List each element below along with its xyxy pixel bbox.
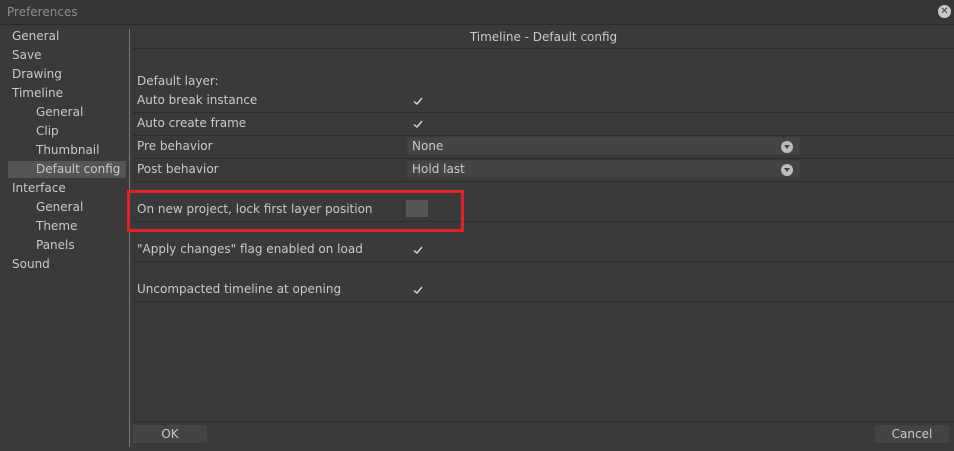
pre-behavior-dropdown[interactable]: None	[407, 137, 800, 155]
close-icon[interactable]: ✕	[938, 5, 951, 18]
apply-changes-checkbox[interactable]	[412, 244, 424, 256]
default-layer-section-label: Default layer:	[137, 74, 219, 88]
sidebar-item-timeline-clip[interactable]: Clip	[36, 123, 59, 140]
post-behavior-value: Hold last	[412, 162, 465, 176]
auto-break-instance-label: Auto break instance	[137, 93, 258, 107]
sidebar-item-sound[interactable]: Sound	[12, 256, 50, 273]
sidebar-item-timeline-thumbnail[interactable]: Thumbnail	[36, 142, 99, 159]
row-divider	[133, 301, 954, 302]
header-divider	[133, 48, 954, 49]
pre-behavior-value: None	[412, 139, 444, 153]
auto-create-frame-label: Auto create frame	[137, 116, 247, 130]
uncompacted-timeline-checkbox[interactable]	[412, 284, 424, 296]
page-title: Timeline - Default config	[469, 30, 618, 44]
apply-changes-label: "Apply changes" flag enabled on load	[137, 242, 363, 256]
row-divider	[133, 158, 954, 159]
sidebar-item-interface[interactable]: Interface	[12, 180, 66, 197]
sidebar-item-default-config[interactable]: Default config	[8, 161, 126, 178]
post-behavior-dropdown[interactable]: Hold last	[407, 160, 800, 178]
cancel-button[interactable]: Cancel	[875, 425, 949, 443]
sidebar-item-timeline[interactable]: Timeline	[12, 85, 63, 102]
sidebar-item-save[interactable]: Save	[12, 47, 41, 64]
footer-divider	[133, 421, 954, 422]
sidebar-item-timeline-general[interactable]: General	[36, 104, 83, 121]
auto-break-instance-checkbox[interactable]	[412, 95, 424, 107]
post-behavior-label: Post behavior	[137, 162, 219, 176]
sidebar-item-general[interactable]: General	[12, 28, 59, 45]
row-divider	[133, 261, 954, 262]
ok-button[interactable]: OK	[133, 425, 207, 443]
sidebar-divider	[129, 29, 130, 447]
highlight-box	[127, 190, 464, 232]
pre-behavior-label: Pre behavior	[137, 139, 213, 153]
row-divider	[133, 181, 954, 182]
row-divider	[133, 135, 954, 136]
sidebar-item-panels[interactable]: Panels	[36, 237, 75, 254]
sidebar-item-interface-general[interactable]: General	[36, 199, 83, 216]
window-title: Preferences	[7, 5, 78, 19]
sidebar-item-drawing[interactable]: Drawing	[12, 66, 62, 83]
sidebar: General Save Drawing Timeline General Cl…	[0, 25, 128, 451]
row-divider	[133, 112, 954, 113]
title-bar: Preferences ✕	[0, 0, 954, 25]
chevron-down-icon	[781, 141, 793, 153]
auto-create-frame-checkbox[interactable]	[412, 118, 424, 130]
uncompacted-timeline-label: Uncompacted timeline at opening	[137, 282, 342, 296]
chevron-down-icon	[781, 164, 793, 176]
sidebar-item-theme[interactable]: Theme	[36, 218, 77, 235]
